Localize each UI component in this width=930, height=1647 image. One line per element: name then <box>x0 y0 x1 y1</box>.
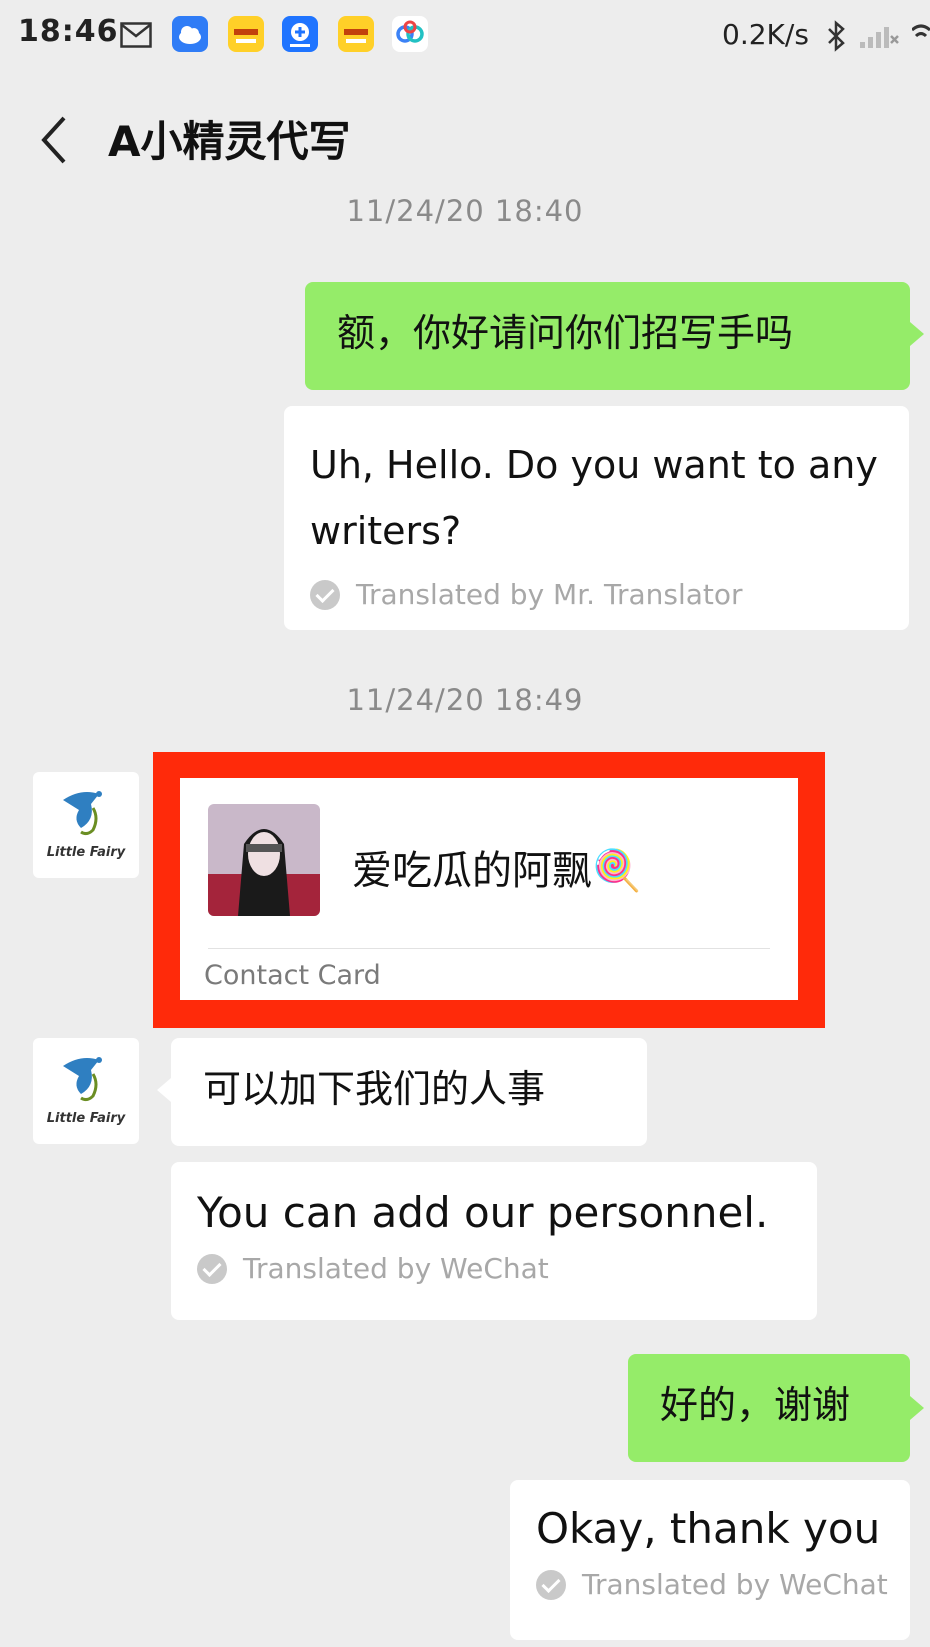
translation-source: Translated by WeChat <box>536 1568 888 1601</box>
message-timestamp: 11/24/20 18:40 <box>346 194 584 228</box>
translation-bubble[interactable]: Uh, Hello. Do you want to any writers? T… <box>284 406 909 630</box>
contact-photo-icon <box>208 804 320 916</box>
bluetooth-icon <box>828 20 845 52</box>
incoming-message-bubble[interactable]: 可以加下我们的人事 <box>171 1038 647 1146</box>
net-speed: 0.2K/s <box>722 18 809 51</box>
translator-label: Translated by WeChat <box>582 1568 888 1601</box>
shopping-app-icon <box>228 16 264 52</box>
shopping-app-icon <box>338 16 374 52</box>
avatar[interactable]: Little Fairy <box>33 772 139 878</box>
translation-text: Uh, Hello. Do you want to any writers? <box>310 443 878 553</box>
fairy-logo-icon <box>63 1057 102 1102</box>
translation-text: Okay, thank you <box>536 1504 881 1553</box>
translation-bubble[interactable]: Okay, thank you Translated by WeChat <box>510 1480 910 1640</box>
contact-card[interactable]: 爱吃瓜的阿飘🍭 Contact Card <box>180 778 798 1000</box>
cloud-app-icon <box>172 16 208 52</box>
translation-bubble[interactable]: You can add our personnel. Translated by… <box>171 1162 817 1320</box>
bubble-tail <box>910 322 924 346</box>
status-time: 18:46 <box>18 14 119 49</box>
message-text: 可以加下我们的人事 <box>203 1067 546 1111</box>
bubble-tail <box>157 1078 171 1102</box>
message-timestamp: 11/24/20 18:49 <box>346 683 584 717</box>
avatar-label: Little Fairy <box>46 845 126 860</box>
translation-source: Translated by Mr. Translator <box>310 578 879 611</box>
video-app-icon <box>282 16 318 52</box>
mail-icon <box>120 22 152 48</box>
contact-card-label: Contact Card <box>204 960 381 991</box>
avatar[interactable]: Little Fairy <box>33 1038 139 1144</box>
avatar-label: Little Fairy <box>46 1111 126 1126</box>
translator-label: Translated by Mr. Translator <box>356 578 743 611</box>
check-circle-icon <box>536 1569 566 1600</box>
translation-source: Translated by WeChat <box>197 1252 789 1285</box>
outgoing-message-bubble[interactable]: 好的，谢谢 <box>628 1354 910 1462</box>
wifi-icon <box>912 24 930 38</box>
translation-text: You can add our personnel. <box>197 1188 769 1237</box>
back-button[interactable] <box>32 112 82 168</box>
fairy-logo-icon <box>63 791 102 836</box>
signal-icon <box>860 27 899 48</box>
card-divider <box>208 948 770 949</box>
outgoing-message-bubble[interactable]: 额，你好请问你们招写手吗 <box>305 282 910 390</box>
contact-name: 爱吃瓜的阿飘🍭 <box>352 848 642 894</box>
message-text: 额，你好请问你们招写手吗 <box>337 311 794 355</box>
message-text: 好的，谢谢 <box>660 1383 851 1427</box>
check-circle-icon <box>310 579 340 610</box>
check-circle-icon <box>197 1253 227 1284</box>
sync-app-icon <box>392 16 428 52</box>
bubble-tail <box>910 1396 924 1420</box>
contact-avatar <box>208 804 320 916</box>
translator-label: Translated by WeChat <box>243 1252 549 1285</box>
chevron-left-icon <box>41 116 66 164</box>
status-bar: 18:46 0.2K/s <box>0 0 930 75</box>
chat-header: A小精灵代写 <box>0 90 930 190</box>
chat-title: A小精灵代写 <box>108 117 351 166</box>
